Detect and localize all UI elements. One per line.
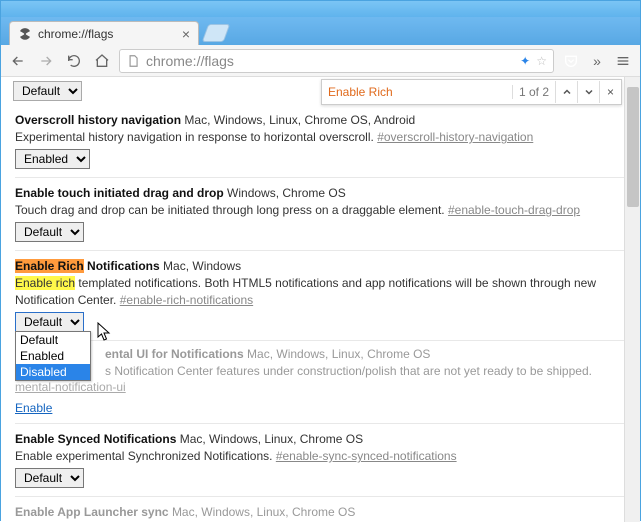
window-titlebar	[1, 1, 640, 17]
toolbar: chrome://flags ✦ ☆ »	[1, 45, 640, 77]
flag-overscroll: Overscroll history navigation Mac, Windo…	[15, 105, 626, 178]
tab-title: chrome://flags	[38, 27, 113, 41]
new-tab-button[interactable]	[202, 24, 231, 42]
tab-strip: chrome://flags ×	[1, 17, 640, 45]
flag-synced-notifications: Enable Synced Notifications Mac, Windows…	[15, 424, 626, 497]
highlight-match: Enable rich	[15, 276, 75, 290]
flag-select[interactable]: Default	[15, 468, 84, 488]
find-count: 1 of 2	[512, 85, 555, 99]
flag-hash-link[interactable]: #overscroll-history-navigation	[377, 130, 533, 144]
highlight-match: Enable Rich	[15, 259, 84, 273]
flag-hash-link[interactable]: mental-notification-ui	[15, 380, 126, 394]
flag-hash-link[interactable]: #enable-sync-synced-notifications	[276, 449, 457, 463]
vertical-scrollbar[interactable]	[624, 77, 640, 522]
flag-desc: Enable experimental Synchronized Notific…	[15, 449, 272, 463]
address-bar[interactable]: chrome://flags ✦ ☆	[119, 49, 554, 73]
find-next-button[interactable]	[577, 81, 599, 103]
flag-touch-drag: Enable touch initiated drag and drop Win…	[15, 178, 626, 251]
flag-select[interactable]: Default	[15, 222, 84, 242]
radiation-icon	[18, 27, 32, 41]
find-prev-button[interactable]	[555, 81, 577, 103]
menu-icon[interactable]	[612, 50, 634, 72]
scrollbar-thumb[interactable]	[627, 87, 639, 207]
forward-button[interactable]	[35, 50, 57, 72]
browser-tab[interactable]: chrome://flags ×	[9, 21, 199, 45]
reload-button[interactable]	[63, 50, 85, 72]
extensions-chevron-icon[interactable]: »	[586, 50, 608, 72]
option-default[interactable]: Default	[16, 332, 90, 348]
flag-title: Enable Synced Notifications	[15, 432, 176, 446]
flag-select[interactable]: Enabled	[15, 149, 90, 169]
back-button[interactable]	[7, 50, 29, 72]
find-close-button[interactable]: ×	[599, 81, 621, 103]
extension-icon[interactable]: ✦	[520, 54, 530, 68]
enable-link[interactable]: Enable	[15, 401, 52, 415]
flag-platforms: Mac, Windows, Linux, Chrome OS, Android	[184, 113, 415, 127]
page-icon	[126, 54, 140, 68]
flag-desc: Touch drag and drop can be initiated thr…	[15, 203, 445, 217]
flag-hash-link[interactable]: #enable-touch-drag-drop	[448, 203, 580, 217]
flag-platforms: Windows, Chrome OS	[227, 186, 346, 200]
bookmark-star-icon[interactable]: ☆	[536, 54, 547, 68]
pocket-icon[interactable]	[560, 50, 582, 72]
find-bar: 1 of 2 ×	[321, 79, 622, 105]
url-text: chrome://flags	[146, 53, 234, 69]
flag-platforms: Mac, Windows, Linux, Chrome OS	[247, 347, 430, 361]
find-input[interactable]	[322, 83, 512, 101]
flag-desc: s Notification Center features under con…	[105, 364, 592, 378]
close-icon[interactable]: ×	[182, 26, 190, 42]
flag-select[interactable]: Default	[15, 312, 84, 332]
top-select[interactable]: Default	[13, 81, 82, 101]
flag-title: Enable touch initiated drag and drop	[15, 186, 224, 200]
option-disabled[interactable]: Disabled	[16, 364, 90, 380]
flag-title: ental UI for Notifications	[105, 347, 244, 361]
flag-app-launcher-sync: Enable App Launcher sync Mac, Windows, L…	[15, 497, 626, 522]
flag-desc: Experimental history navigation in respo…	[15, 130, 374, 144]
flag-title: Enable App Launcher sync	[15, 505, 169, 519]
flag-platforms: Mac, Windows, Linux, Chrome OS	[172, 505, 355, 519]
option-enabled[interactable]: Enabled	[16, 348, 90, 364]
page-content: 1 of 2 × Default Overscroll history navi…	[1, 77, 640, 522]
mouse-cursor-icon	[97, 322, 113, 342]
flag-title: Overscroll history navigation	[15, 113, 181, 127]
flag-hash-link[interactable]: #enable-rich-notifications	[120, 293, 253, 307]
select-dropdown: Default Enabled Disabled	[15, 331, 91, 381]
flag-platforms: Mac, Windows	[163, 259, 241, 273]
flag-platforms: Mac, Windows, Linux, Chrome OS	[180, 432, 363, 446]
home-button[interactable]	[91, 50, 113, 72]
